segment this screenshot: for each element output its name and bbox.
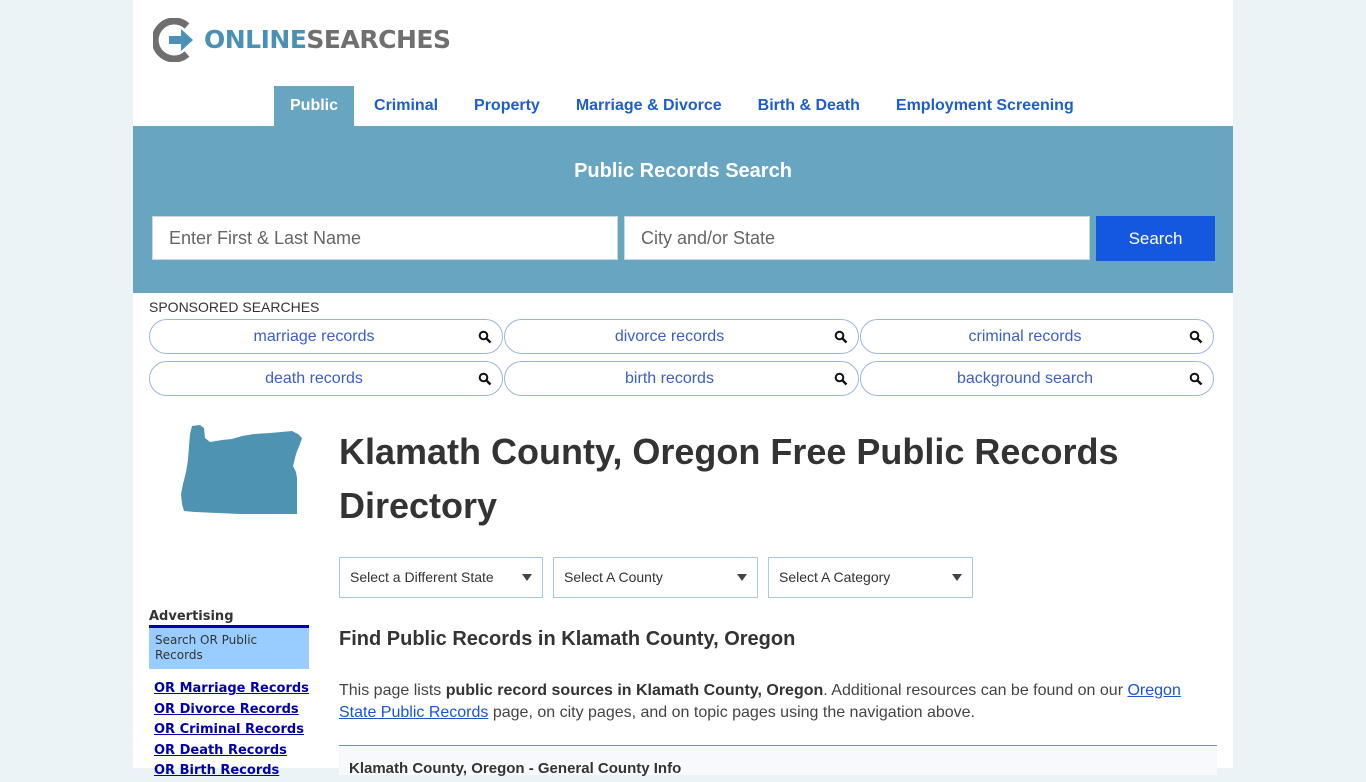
- pill-label: death records: [265, 370, 363, 387]
- search-icon: [478, 372, 492, 386]
- state-select-value: Select a Different State: [350, 569, 494, 585]
- intro-paragraph: This page lists public record sources in…: [339, 680, 1217, 724]
- sidebar-link-marriage[interactable]: OR Marriage Records: [154, 679, 309, 700]
- sponsored-label: SPONSORED SEARCHES: [149, 299, 320, 315]
- logo-text-searches: SEARCHES: [306, 25, 451, 54]
- sidebar-link-birth[interactable]: OR Birth Records: [154, 761, 309, 782]
- state-select[interactable]: Select a Different State: [339, 557, 543, 598]
- sidebar-link-divorce[interactable]: OR Divorce Records: [154, 700, 309, 721]
- intro-text: . Additional resources can be found on o…: [823, 682, 1128, 699]
- nav-criminal[interactable]: Criminal: [358, 86, 454, 126]
- pill-label: criminal records: [968, 328, 1082, 345]
- search-icon: [1189, 330, 1203, 344]
- site-logo[interactable]: ONLINESEARCHES: [153, 18, 451, 62]
- intro-text: page, on city pages, and on topic pages …: [488, 704, 975, 721]
- advertising-box: Search OR Public Records: [149, 625, 309, 669]
- category-select[interactable]: Select A Category: [768, 557, 973, 598]
- sponsored-pill-marriage-records[interactable]: marriage records: [149, 319, 503, 354]
- dropdown-arrow-icon: [952, 574, 962, 581]
- sidebar-links: OR Marriage Records OR Divorce Records O…: [154, 679, 309, 782]
- search-icon: [834, 330, 848, 344]
- county-info-box: Klamath County, Oregon - General County …: [339, 745, 1217, 777]
- nav-public[interactable]: Public: [274, 86, 355, 126]
- nav-birth-death[interactable]: Birth & Death: [742, 86, 876, 126]
- nav-marriage-divorce[interactable]: Marriage & Divorce: [560, 86, 738, 126]
- sidebar-link-criminal[interactable]: OR Criminal Records: [154, 720, 309, 741]
- dropdown-arrow-icon: [522, 574, 532, 581]
- search-icon: [834, 372, 848, 386]
- nav-employment-screening[interactable]: Employment Screening: [880, 86, 1090, 126]
- nav-property[interactable]: Property: [458, 86, 556, 126]
- sponsored-pill-birth-records[interactable]: birth records: [504, 361, 859, 396]
- logo-text: ONLINESEARCHES: [204, 18, 451, 62]
- logo-icon: [153, 18, 193, 62]
- dropdown-arrow-icon: [737, 574, 747, 581]
- pill-label: birth records: [625, 370, 714, 387]
- advertising-label: Advertising: [149, 609, 234, 624]
- search-band: Public Records Search Search: [133, 126, 1233, 293]
- county-select[interactable]: Select A County: [553, 557, 758, 598]
- search-button[interactable]: Search: [1096, 216, 1215, 261]
- intro-text: This page lists: [339, 682, 446, 699]
- main-nav: Public Criminal Property Marriage & Divo…: [274, 86, 1094, 126]
- logo-text-online: ONLINE: [204, 25, 307, 54]
- page-title: Klamath County, Oregon Free Public Recor…: [339, 431, 1119, 526]
- pill-label: background search: [956, 370, 1094, 387]
- intro-bold-text: public record sources in Klamath County,…: [445, 682, 824, 699]
- category-select-value: Select A Category: [779, 569, 891, 585]
- search-title: Public Records Search: [574, 160, 792, 182]
- sponsored-pill-criminal-records[interactable]: criminal records: [860, 319, 1214, 354]
- sponsored-pill-divorce-records[interactable]: divorce records: [504, 319, 859, 354]
- section-heading: Find Public Records in Klamath County, O…: [339, 628, 796, 650]
- name-search-input[interactable]: [152, 216, 618, 260]
- sponsored-pill-background-search[interactable]: background search: [860, 361, 1214, 396]
- pill-label: marriage records: [253, 328, 375, 345]
- pill-label: divorce records: [614, 328, 725, 345]
- sponsored-pill-death-records[interactable]: death records: [149, 361, 503, 396]
- county-info-title: Klamath County, Oregon - General County …: [349, 760, 682, 777]
- page-container: ONLINESEARCHES Public Criminal Property …: [133, 0, 1233, 778]
- oregon-state-map-icon: [181, 425, 302, 514]
- search-icon: [1189, 372, 1203, 386]
- sidebar-link-death[interactable]: OR Death Records: [154, 741, 309, 762]
- county-select-value: Select A County: [564, 569, 663, 585]
- location-search-input[interactable]: [624, 216, 1090, 260]
- search-icon: [478, 330, 492, 344]
